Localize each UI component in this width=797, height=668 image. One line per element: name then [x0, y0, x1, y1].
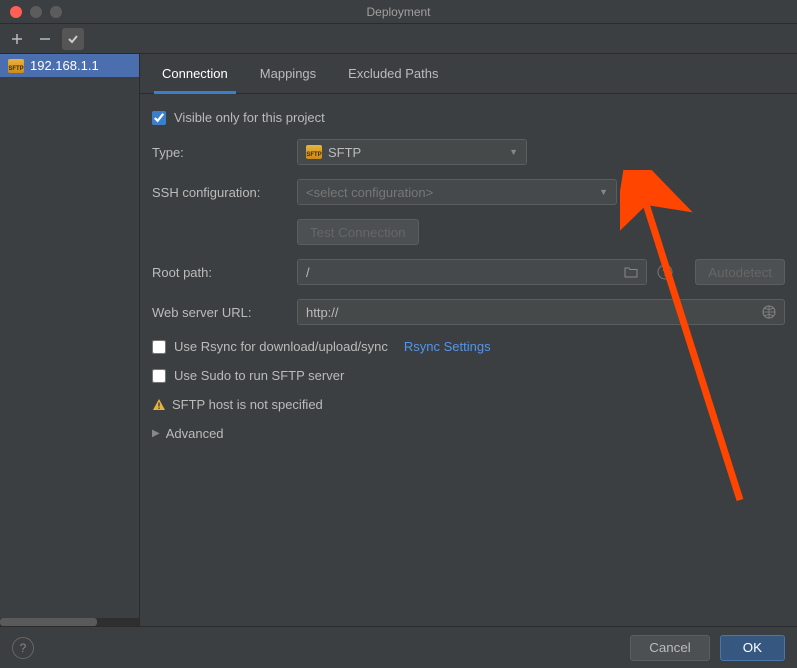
chevron-right-icon: ▶: [152, 428, 160, 439]
tabs: Connection Mappings Excluded Paths: [140, 54, 797, 94]
remove-button[interactable]: [34, 28, 56, 50]
root-path-row: Root path: / ? Autodetect: [152, 259, 785, 285]
ssh-config-select[interactable]: <select configuration> ▼: [297, 179, 617, 205]
web-url-row: Web server URL: http://: [152, 299, 785, 325]
ok-button[interactable]: OK: [720, 635, 785, 661]
minimize-window-button[interactable]: [30, 6, 42, 18]
tab-label: Excluded Paths: [348, 66, 438, 81]
folder-icon: [624, 266, 638, 278]
root-path-label: Root path:: [152, 265, 287, 280]
rsync-label: Use Rsync for download/upload/sync: [174, 339, 388, 354]
web-url-input[interactable]: http://: [297, 299, 785, 325]
type-value: SFTP: [328, 145, 361, 160]
test-connection-row: Test Connection: [152, 219, 785, 245]
svg-text:?: ?: [662, 268, 668, 279]
form-area: Visible only for this project Type: SFTP…: [140, 94, 797, 457]
plus-icon: [11, 33, 23, 45]
visible-only-label: Visible only for this project: [174, 110, 325, 125]
sudo-row: Use Sudo to run SFTP server: [152, 368, 785, 383]
ellipsis-icon: ...: [636, 185, 647, 200]
type-label: Type:: [152, 145, 287, 160]
set-default-button[interactable]: [62, 28, 84, 50]
warning-icon: [152, 398, 166, 412]
sidebar-scrollbar[interactable]: [0, 618, 139, 626]
maximize-window-button[interactable]: [50, 6, 62, 18]
button-label: Cancel: [649, 640, 691, 655]
test-connection-button[interactable]: Test Connection: [297, 219, 419, 245]
warning-text: SFTP host is not specified: [172, 397, 323, 412]
rsync-settings-link[interactable]: Rsync Settings: [404, 339, 491, 354]
help-icon[interactable]: ?: [657, 264, 673, 280]
window-title: Deployment: [0, 5, 797, 19]
button-label: Autodetect: [708, 265, 772, 280]
sidebar-item-server[interactable]: SFTP 192.168.1.1: [0, 54, 139, 77]
chevron-down-icon: ▼: [599, 187, 608, 197]
tab-mappings[interactable]: Mappings: [244, 54, 332, 93]
check-icon: [66, 32, 80, 46]
rsync-checkbox[interactable]: [152, 340, 166, 354]
tab-label: Connection: [162, 66, 228, 81]
add-button[interactable]: [6, 28, 28, 50]
warning-row: SFTP host is not specified: [152, 397, 785, 412]
traffic-lights: [0, 6, 62, 18]
chevron-down-icon: ▼: [509, 147, 518, 157]
footer-buttons: Cancel OK: [630, 635, 785, 661]
button-label: OK: [743, 640, 762, 655]
minus-icon: [39, 33, 51, 45]
button-label: Test Connection: [310, 225, 406, 240]
scrollbar-thumb[interactable]: [0, 618, 97, 626]
ssh-config-placeholder: <select configuration>: [306, 185, 433, 200]
root-path-value: /: [306, 265, 310, 280]
titlebar: Deployment: [0, 0, 797, 24]
web-url-label: Web server URL:: [152, 305, 287, 320]
sudo-checkbox[interactable]: [152, 369, 166, 383]
main-area: SFTP 192.168.1.1 Connection Mappings Exc…: [0, 54, 797, 626]
tab-connection[interactable]: Connection: [146, 54, 244, 93]
sudo-label: Use Sudo to run SFTP server: [174, 368, 344, 383]
root-path-input[interactable]: /: [297, 259, 647, 285]
type-row: Type: SFTP SFTP ▼: [152, 139, 785, 165]
web-url-value: http://: [306, 305, 339, 320]
sidebar-item-label: 192.168.1.1: [30, 58, 99, 73]
globe-icon: [762, 305, 776, 319]
sidebar: SFTP 192.168.1.1: [0, 54, 140, 626]
ssh-config-row: SSH configuration: <select configuration…: [152, 179, 785, 205]
visible-only-row: Visible only for this project: [152, 110, 785, 125]
ssh-config-label: SSH configuration:: [152, 185, 287, 200]
tab-label: Mappings: [260, 66, 316, 81]
visible-only-checkbox[interactable]: [152, 111, 166, 125]
rsync-row: Use Rsync for download/upload/sync Rsync…: [152, 339, 785, 354]
autodetect-button[interactable]: Autodetect: [695, 259, 785, 285]
content-panel: Connection Mappings Excluded Paths Visib…: [140, 54, 797, 626]
type-select[interactable]: SFTP SFTP ▼: [297, 139, 527, 165]
advanced-label: Advanced: [166, 426, 224, 441]
close-window-button[interactable]: [10, 6, 22, 18]
ssh-config-browse-button[interactable]: ...: [627, 179, 655, 205]
sftp-icon: SFTP: [8, 59, 24, 73]
help-button[interactable]: ?: [12, 637, 34, 659]
advanced-toggle[interactable]: ▶ Advanced: [152, 426, 785, 441]
cancel-button[interactable]: Cancel: [630, 635, 710, 661]
sidebar-toolbar: [0, 24, 797, 54]
sftp-icon: SFTP: [306, 145, 322, 159]
tab-excluded-paths[interactable]: Excluded Paths: [332, 54, 454, 93]
footer: ? Cancel OK: [0, 626, 797, 668]
